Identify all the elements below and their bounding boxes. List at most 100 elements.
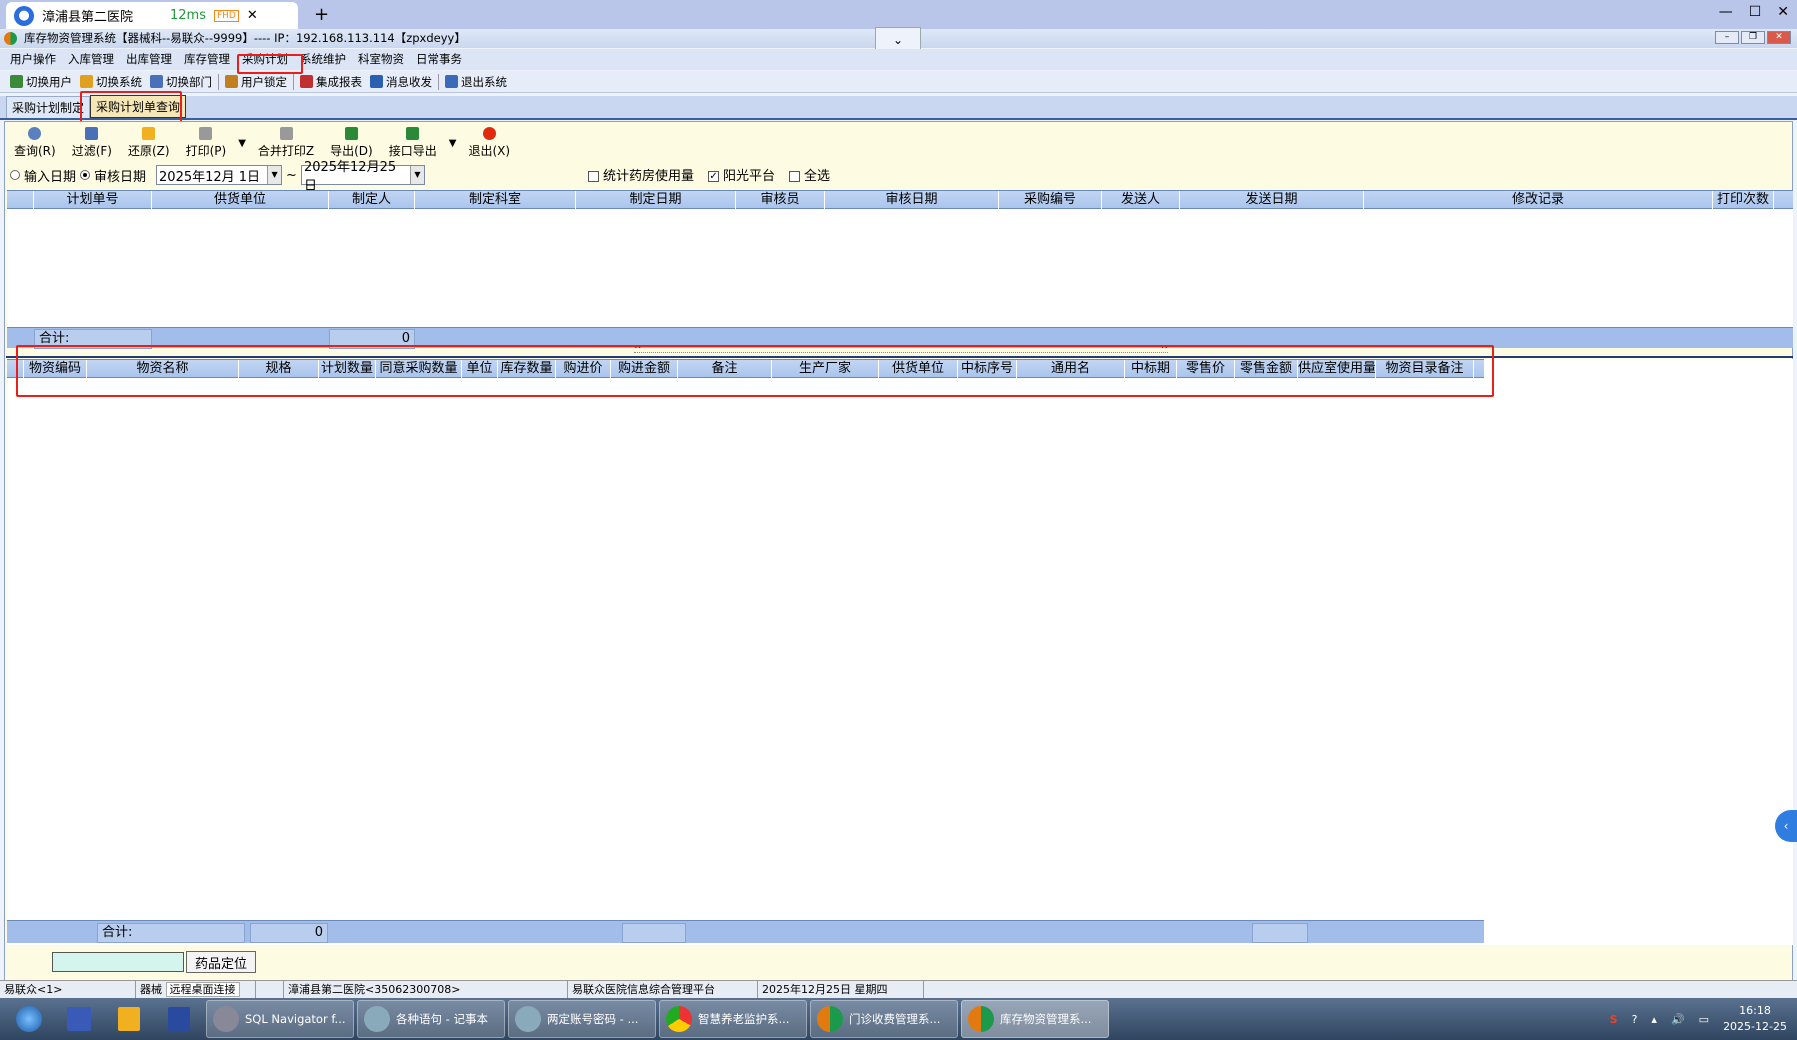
plan-list-grid[interactable]: 计划单号 供货单位 制定人 制定科室 制定日期 审核员 审核日期 采购编号 发送人 发送日期 修改记… [7,190,1793,349]
quality-badge[interactable]: FHD [213,9,239,22]
menu-item[interactable]: 日常事务 [410,50,468,69]
query-button[interactable]: 查询(R) [6,127,64,161]
status-platform: 易联众医院信息综合管理平台 [568,981,758,998]
highlight-detail-header [16,345,1494,397]
status-date: 2025年12月25日 星期四 [758,981,924,998]
main-toolbar: 切换用户 切换系统 切换部门 用户锁定 集成报表 消息收发 退出系统 [0,71,1797,93]
plan-column-header[interactable]: 制定科室 [415,191,576,209]
detail-sum-retail [1252,923,1308,943]
plan-column-header[interactable]: 发送日期 [1180,191,1364,209]
plan-column-header[interactable]: 修改记录 [1364,191,1713,209]
close-window-button[interactable]: ✕ [1777,4,1789,20]
toolbar-item[interactable]: 切换用户 [6,74,76,90]
status-spacer [256,981,284,998]
quicklaunch-sql-query[interactable] [56,1001,102,1037]
input-date-label: 输入日期 [24,169,77,185]
taskbar-item[interactable]: 各种语句 - 记事本 [357,1000,505,1038]
plan-column-header[interactable]: 打印次数 [1713,191,1774,209]
plan-column-header[interactable]: 采购编号 [999,191,1102,209]
plan-column-header[interactable]: 制定日期 [576,191,736,209]
refresh-icon [28,127,42,140]
mdi-close-button[interactable]: ✕ [1767,31,1791,44]
app-icon [817,1006,843,1032]
printer-icon [279,127,293,140]
date-from-picker[interactable]: 2025年12月 1日 ▼ [156,165,283,185]
status-dept: 器械 远程桌面连接 [136,981,256,998]
taskbar-item[interactable]: 库存物资管理系... [961,1000,1109,1038]
print-dropdown-icon[interactable]: ▼ [234,138,250,161]
plan-column-header[interactable]: 审核员 [736,191,825,209]
dropdown-arrow-icon[interactable]: ▼ [267,166,282,184]
app-icon [213,1006,239,1032]
print-button[interactable]: 打印(P) [178,127,235,161]
locate-bar: 药品定位 [52,951,257,973]
ime-icon[interactable]: S [1610,1013,1618,1026]
plan-column-header[interactable]: 供货单位 [152,191,329,209]
maximize-button[interactable]: ☐ [1749,4,1762,20]
plan-detail-grid[interactable]: 物资编码 物资名称 规格 计划数量 同意采购数量 单位 库存数量 购进价 购进金额 备注 生产厂家供… [7,359,1793,945]
toolbar-item[interactable]: 集成报表 [296,74,366,90]
checkbox-box[interactable]: ✓ [708,170,720,182]
excel-icon [344,127,358,140]
toolbar-icon [150,75,163,88]
pharmacy-usage-checkbox[interactable]: 统计药房使用量 [588,165,694,184]
browser-tab[interactable]: ● 漳浦县第二医院 12ms FHD ✕ [6,2,298,29]
mdi-minimize-button[interactable]: – [1715,31,1739,44]
checkbox-box[interactable] [789,170,801,182]
sunshine-platform-checkbox[interactable]: ✓ 阳光平台 [708,165,775,184]
toolbar-icon [225,75,238,88]
taskbar-item[interactable]: 门诊收费管理系... [810,1000,958,1038]
quicklaunch-sql[interactable] [106,1001,152,1037]
menu-item[interactable]: 出库管理 [120,50,178,69]
plan-column-header[interactable]: 发送人 [1102,191,1180,209]
menu-item[interactable]: 用户操作 [4,50,62,69]
toolbar-item[interactable]: 消息收发 [366,74,436,90]
toolbar-item[interactable]: 用户锁定 [221,74,291,90]
filter-button[interactable]: 过滤(F) [64,127,120,161]
dropdown-arrow-icon[interactable]: ▼ [409,166,424,184]
date-to-picker[interactable]: 2025年12月25日 ▼ [300,160,425,194]
input-date-radio[interactable] [10,170,20,180]
menu-item[interactable]: 入库管理 [62,50,120,69]
toolbar-item[interactable]: 退出系统 [441,74,511,90]
taskbar-item[interactable]: 智慧养老监护系... [659,1000,807,1038]
toolbar-separator [438,73,439,90]
restore-button[interactable]: 还原(Z) [120,127,178,161]
minimize-button[interactable]: — [1719,4,1733,20]
toolbar-item[interactable]: 切换系统 [76,74,146,90]
app-icon [968,1006,994,1032]
menu-item[interactable]: 库存管理 [178,50,236,69]
locate-input[interactable] [52,952,184,972]
plan-column-header[interactable]: 制定人 [329,191,415,209]
new-tab-button[interactable]: + [314,4,329,25]
close-tab-icon[interactable]: ✕ [247,8,258,23]
plan-column-header[interactable] [7,191,34,209]
volume-icon[interactable]: 🔊 [1671,1013,1685,1026]
select-all-checkbox[interactable]: 全选 [789,165,830,184]
menu-item[interactable]: 科室物资 [352,50,410,69]
export-dropdown-icon[interactable]: ▼ [445,138,461,161]
locate-button[interactable]: 药品定位 [186,951,257,973]
plan-column-header[interactable]: 计划单号 [34,191,152,209]
taskbar-item[interactable]: 两定账号密码 - ... [508,1000,656,1038]
network-icon[interactable]: ▭ [1699,1013,1709,1026]
audit-date-radio[interactable] [80,170,91,180]
help-icon[interactable]: ? [1632,1013,1638,1026]
clock[interactable]: 16:18 2025-12-25 [1723,1003,1787,1035]
start-button[interactable] [6,1001,52,1037]
printer-icon [199,127,213,140]
mdi-restore-button[interactable]: ❐ [1741,31,1765,44]
tab-plan-create[interactable]: 采购计划制定 [6,96,91,118]
sql-query-icon [67,1007,91,1031]
taskbar-item[interactable]: SQL Navigator f... [206,1000,354,1038]
option-checks: 统计药房使用量 ✓ 阳光平台 全选 [588,164,830,184]
quicklaunch-remote[interactable] [156,1001,202,1037]
toolbar-item[interactable]: 切换部门 [146,74,216,90]
tab-strip: 采购计划制定 采购计划单查询 [0,95,1797,120]
excel-icon [406,127,420,140]
tray-expand-icon[interactable]: ▴ [1651,1013,1657,1026]
checkbox-box[interactable] [588,170,599,182]
exit-button[interactable]: 退出(X) [460,127,518,161]
plan-column-header[interactable]: 审核日期 [825,191,999,209]
date-separator: ~ [286,167,297,183]
